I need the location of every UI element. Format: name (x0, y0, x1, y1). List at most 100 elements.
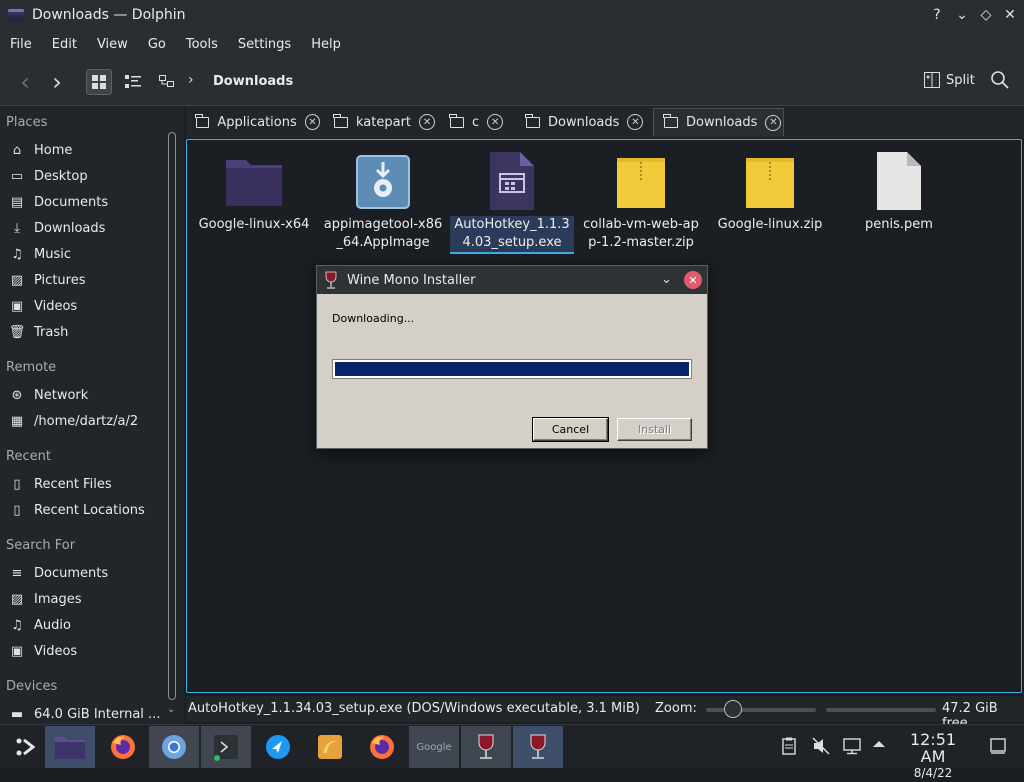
sidebar-item-pictures[interactable]: ▨ Pictures (8, 271, 86, 289)
forward-button[interactable]: › (44, 68, 70, 96)
section-devices: Devices (6, 679, 58, 694)
close-tab-icon[interactable]: ✕ (419, 114, 436, 130)
sidebar-item-search-documents[interactable]: ≡ Documents (8, 564, 109, 582)
trash-icon: 🗑 (8, 324, 26, 340)
menu-edit[interactable]: Edit (42, 37, 87, 52)
downloads-icon: ⤓ (14, 220, 20, 236)
close-tab-icon[interactable]: ✕ (304, 114, 320, 130)
file-item-appimage[interactable]: appimagetool-x86_64.AppImage (321, 152, 445, 252)
zoom-label: Zoom: (655, 701, 697, 716)
dialog-minimize-icon[interactable]: ⌄ (661, 272, 672, 287)
sidebar-item-label: Documents (34, 194, 109, 210)
tab-c[interactable]: c ✕ (440, 108, 512, 136)
dolphin-task-icon[interactable] (45, 726, 95, 768)
sidebar-item-search-videos[interactable]: ▣ Videos (8, 642, 77, 660)
sidebar-item-label: Videos (34, 298, 78, 314)
section-search-for: Search For (6, 538, 76, 553)
sidebar-item-network-share[interactable]: ▦ /home/dartz/a/2 (8, 412, 138, 430)
back-button[interactable]: ‹ (12, 68, 38, 96)
sidebar-item-desktop[interactable]: ▭ Desktop (8, 167, 88, 185)
menu-view[interactable]: View (87, 37, 138, 52)
network-status-icon[interactable] (843, 737, 861, 759)
tab-applications[interactable]: Applications ✕ (186, 108, 320, 136)
file-label: Google-linux-x64 (198, 217, 310, 232)
sidebar-scrollbar[interactable]: ⌄ (162, 106, 184, 726)
sidebar-item-network[interactable]: ⊛ Network (8, 386, 89, 404)
expand-tray-icon[interactable] (872, 737, 886, 755)
konsole-task-icon[interactable] (201, 726, 251, 768)
window-title: Downloads — Dolphin (32, 7, 186, 23)
firefox-task-icon[interactable] (98, 726, 148, 768)
sidebar-item-trash[interactable]: 🗑 Trash (8, 323, 69, 341)
app-launcher-icon[interactable] (0, 726, 50, 768)
breadcrumb[interactable]: Downloads (213, 74, 293, 89)
install-button[interactable]: Install (617, 418, 692, 441)
wine-task-icon-2[interactable] (513, 726, 563, 768)
close-tab-icon[interactable]: ✕ (765, 114, 782, 131)
tab-katepart[interactable]: katepart ✕ (324, 108, 436, 136)
sidebar-item-label: 64.0 GiB Internal ... (34, 706, 161, 722)
close-tab-icon[interactable]: ✕ (627, 114, 644, 130)
show-desktop-icon[interactable] (990, 738, 1006, 758)
window-titlebar[interactable]: Downloads — Dolphin ? ⌄ ◇ ✕ (0, 0, 1024, 30)
google-task-icon[interactable]: Google (409, 726, 459, 768)
sidebar-item-internal-drive[interactable]: ▬ 64.0 GiB Internal ... (8, 705, 161, 723)
sidebar-item-recent-files[interactable]: ▯ Recent Files (8, 475, 111, 493)
discover-task-icon[interactable] (253, 726, 303, 768)
dialog-close-icon[interactable]: ✕ (684, 271, 702, 289)
zoom-slider-handle[interactable] (724, 700, 742, 718)
close-tab-icon[interactable]: ✕ (487, 114, 504, 130)
wine-task-icon[interactable] (461, 726, 511, 768)
volume-muted-icon[interactable] (812, 737, 830, 759)
menu-settings[interactable]: Settings (228, 37, 301, 52)
sidebar-item-documents[interactable]: ▤ Documents (8, 193, 108, 211)
sidebar-item-search-images[interactable]: ▨ Images (8, 590, 82, 608)
search-images-icon: ▨ (10, 591, 24, 607)
menu-tools[interactable]: Tools (176, 37, 228, 52)
clipboard-icon[interactable] (782, 737, 796, 759)
file-item-zip-collab[interactable]: collab-vm-web-app-1.2-master.zip (579, 152, 703, 252)
help-icon[interactable]: ? (925, 0, 949, 30)
file-item-folder[interactable]: Google-linux-x64 (192, 152, 316, 234)
compact-view-button[interactable] (120, 69, 146, 95)
drive-icon: ▬ (10, 706, 24, 722)
zoom-slider-track[interactable] (706, 708, 816, 712)
section-places: Places (6, 115, 48, 130)
tab-downloads[interactable]: Downloads ✕ (516, 108, 648, 136)
home-icon: ⌂ (12, 142, 22, 158)
sidebar-item-label: Recent Locations (34, 502, 145, 518)
sidebar-item-home[interactable]: ⌂ Home (8, 141, 73, 159)
appimage-icon (356, 155, 410, 209)
minimize-icon[interactable]: ⌄ (950, 0, 974, 30)
sidebar-item-videos[interactable]: ▣ Videos (8, 297, 77, 315)
sidebar-item-search-audio[interactable]: ♫ Audio (8, 616, 71, 634)
dialog-titlebar[interactable]: Wine Mono Installer (317, 266, 707, 294)
chromium-task-icon[interactable] (149, 726, 199, 768)
file-item-pem[interactable]: penis.pem (837, 152, 961, 234)
cancel-button[interactable]: Cancel (532, 417, 609, 442)
file-item-zip-google[interactable]: Google-linux.zip (708, 152, 832, 234)
search-icon[interactable] (990, 70, 1012, 92)
keep-above-icon[interactable]: ◇ (974, 0, 998, 30)
tab-downloads-active[interactable]: Downloads ✕ (653, 108, 784, 136)
file-label: appimagetool-x86_64.AppImage (323, 217, 443, 250)
scroll-down-icon[interactable]: ⌄ (167, 704, 175, 715)
clock[interactable]: 12:51 AM 8/4/22 (896, 731, 970, 782)
icons-view-button[interactable] (86, 69, 112, 95)
scrollbar-track[interactable] (168, 132, 176, 700)
firefox-task-icon-2[interactable] (357, 726, 407, 768)
menu-go[interactable]: Go (138, 37, 176, 52)
menu-help[interactable]: Help (301, 37, 351, 52)
close-icon[interactable]: ✕ (998, 0, 1022, 30)
split-button[interactable]: Split (924, 72, 975, 88)
details-view-button[interactable] (154, 69, 180, 95)
sidebar-item-downloads[interactable]: ⤓ Downloads (8, 219, 105, 237)
settings-task-icon[interactable] (305, 726, 355, 768)
file-item-exe[interactable]: AutoHotkey_1.1.34.03_setup.exe (450, 152, 574, 254)
sidebar-item-recent-locations[interactable]: ▯ Recent Locations (8, 501, 145, 519)
tab-label: katepart (356, 114, 412, 130)
menu-file[interactable]: File (0, 37, 42, 52)
sidebar-item-music[interactable]: ♫ Music (8, 245, 71, 263)
dialog-title: Wine Mono Installer (347, 272, 476, 288)
file-label: AutoHotkey_1.1.34.03_setup.exe (450, 216, 574, 254)
